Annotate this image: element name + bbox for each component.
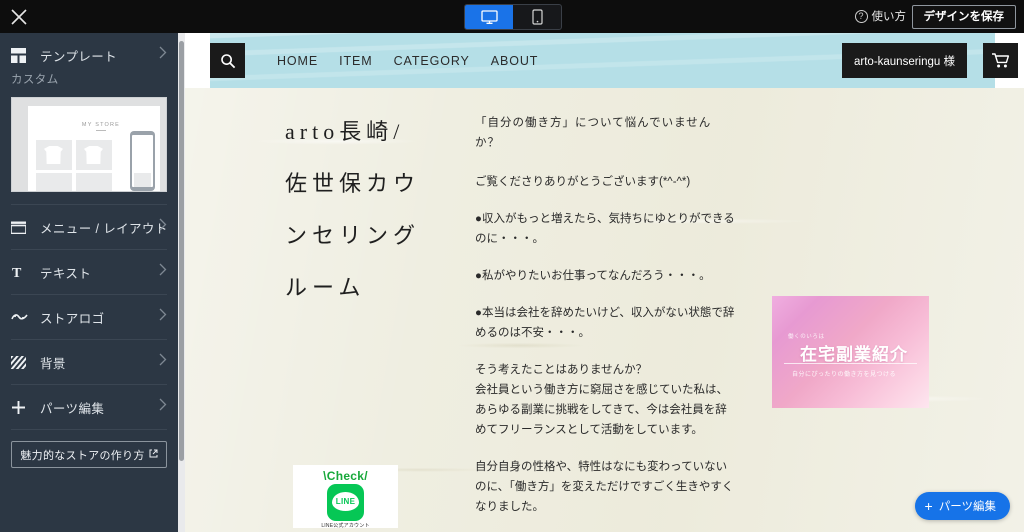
promo-banner-subtitle: 自分にぴったりの働き方を見つける	[792, 372, 897, 378]
template-grid-icon	[11, 47, 31, 63]
store-design-editor: ? 使い方 デザインを保存 テンプレート カスタム MY STORE メニュー …	[0, 0, 1024, 532]
store-guide-button[interactable]: 魅力的なストアの作り方	[11, 441, 167, 468]
view-mode-mobile[interactable]	[513, 5, 561, 29]
store-guide-label: 魅力的なストアの作り方	[20, 449, 145, 462]
line-icon: LINE	[327, 484, 364, 521]
store-site-header: HOME ITEM CATEGORY ABOUT arto-kaunsering…	[185, 33, 1024, 88]
thumbnail-phone	[130, 131, 155, 191]
cart-icon[interactable]	[983, 43, 1018, 78]
article-paragraph: ご覧くださりありがとうございます(*^-^*)	[475, 176, 691, 188]
help-label: 使い方	[871, 11, 907, 23]
promo-banner-rule	[784, 363, 917, 364]
line-check-card[interactable]: \Check/ LINE LINE公式アカウント	[293, 465, 398, 529]
sidebar-item-menu-layout[interactable]: メニュー / レイアウト	[0, 205, 178, 249]
plus-icon	[11, 400, 31, 415]
store-preview-canvas: HOME ITEM CATEGORY ABOUT arto-kaunsering…	[185, 33, 1024, 532]
sidebar-item-template[interactable]: テンプレート	[0, 33, 178, 77]
store-nav: HOME ITEM CATEGORY ABOUT	[277, 33, 538, 88]
sidebar-item-text[interactable]: T テキスト	[0, 250, 178, 294]
sidebar-item-label: 背景	[40, 356, 66, 371]
search-icon[interactable]	[210, 43, 245, 78]
sidebar-scrollbar[interactable]	[178, 33, 185, 532]
close-icon[interactable]	[8, 6, 30, 28]
store-article: 「自分の働き方」について悩んでいませんか？ ご覧くださりありがとうございます(*…	[475, 113, 735, 532]
store-page-body: arto長崎/佐世保カウンセリングルーム 「自分の働き方」について悩んでいません…	[185, 88, 1024, 532]
article-paragraph: 「自分の働き方」について悩んでいませんか？	[475, 117, 712, 149]
thumbnail-logo: MY STORE	[68, 122, 134, 131]
chevron-right-icon	[159, 308, 167, 326]
sidebar-item-label: テンプレート	[40, 49, 118, 64]
divider	[11, 429, 167, 430]
nav-item-category[interactable]: CATEGORY	[394, 54, 470, 68]
help-link[interactable]: ? 使い方	[854, 8, 907, 24]
article-paragraph: そう考えたことはありませんか？ 会社員という働き方に窮屈さを感じていた私は、あら…	[475, 364, 728, 436]
sidebar-item-parts-edit[interactable]: パーツ編集	[0, 385, 178, 429]
chevron-right-icon	[159, 398, 167, 416]
question-circle-icon: ?	[854, 9, 868, 23]
article-paragraph: ●収入がもっと増えたら、気持ちにゆとりができるのに・・・。	[475, 213, 735, 245]
thumbnail-page: MY STORE	[28, 106, 160, 191]
account-button[interactable]: arto-kaunseringu 様	[842, 43, 967, 78]
nav-item-about[interactable]: ABOUT	[491, 54, 539, 68]
sidebar-item-label: ストアロゴ	[40, 311, 105, 326]
plus-icon: +	[924, 498, 933, 514]
line-card-caption: LINE公式アカウント	[321, 523, 370, 529]
promo-banner-title: 在宅副業紹介	[800, 345, 908, 364]
save-design-button[interactable]: デザインを保存	[911, 5, 1016, 29]
view-mode-toggle[interactable]	[464, 4, 562, 30]
editor-topbar: ? 使い方 デザインを保存	[0, 0, 1024, 33]
sidebar-item-background[interactable]: 背景	[0, 340, 178, 384]
svg-text:T: T	[12, 266, 22, 279]
view-mode-desktop[interactable]	[465, 5, 513, 29]
sidebar-item-label: メニュー / レイアウト	[40, 221, 168, 236]
promo-banner[interactable]: 働くのいろは 在宅副業紹介 自分にぴったりの働き方を見つける	[772, 296, 929, 408]
mobile-icon	[531, 9, 543, 25]
store-title: arto長崎/佐世保カウンセリングルーム	[285, 119, 421, 300]
article-paragraph: 自分自身の性格や、特性はなにも変わっていないのに、「働き方」を変えただけですごく…	[475, 461, 734, 513]
background-hatch-icon	[11, 355, 31, 369]
chevron-right-icon	[159, 46, 167, 64]
sidebar-scrollbar-thumb[interactable]	[179, 41, 184, 461]
sidebar-item-label: パーツ編集	[40, 401, 105, 416]
sidebar-item-label: テキスト	[40, 266, 92, 281]
line-logo-text: LINE	[332, 492, 359, 511]
article-paragraph: ●私がやりたいお仕事ってなんだろう・・・。	[475, 270, 711, 282]
nav-item-item[interactable]: ITEM	[339, 54, 372, 68]
chevron-right-icon	[159, 353, 167, 371]
parts-edit-fab-label: パーツ編集	[938, 501, 996, 513]
editor-sidebar: テンプレート カスタム MY STORE メニュー / レイアウト T テキスト…	[0, 33, 178, 532]
template-thumbnail[interactable]: MY STORE	[11, 97, 167, 192]
external-link-icon	[149, 449, 158, 461]
store-logo-icon	[11, 312, 31, 322]
chevron-right-icon	[159, 263, 167, 281]
parts-edit-fab[interactable]: + パーツ編集	[914, 492, 1010, 520]
desktop-icon	[480, 9, 498, 24]
check-label: \Check/	[323, 469, 368, 483]
promo-banner-eyebrow: 働くのいろは	[788, 334, 825, 340]
sidebar-item-store-logo[interactable]: ストアロゴ	[0, 295, 178, 339]
article-paragraph: ●本当は会社を辞めたいけど、収入がない状態で辞めるのは不安・・・。	[475, 307, 735, 339]
layout-icon	[11, 221, 31, 234]
nav-item-home[interactable]: HOME	[277, 54, 318, 68]
text-t-icon: T	[11, 265, 31, 279]
chevron-right-icon	[159, 218, 167, 236]
